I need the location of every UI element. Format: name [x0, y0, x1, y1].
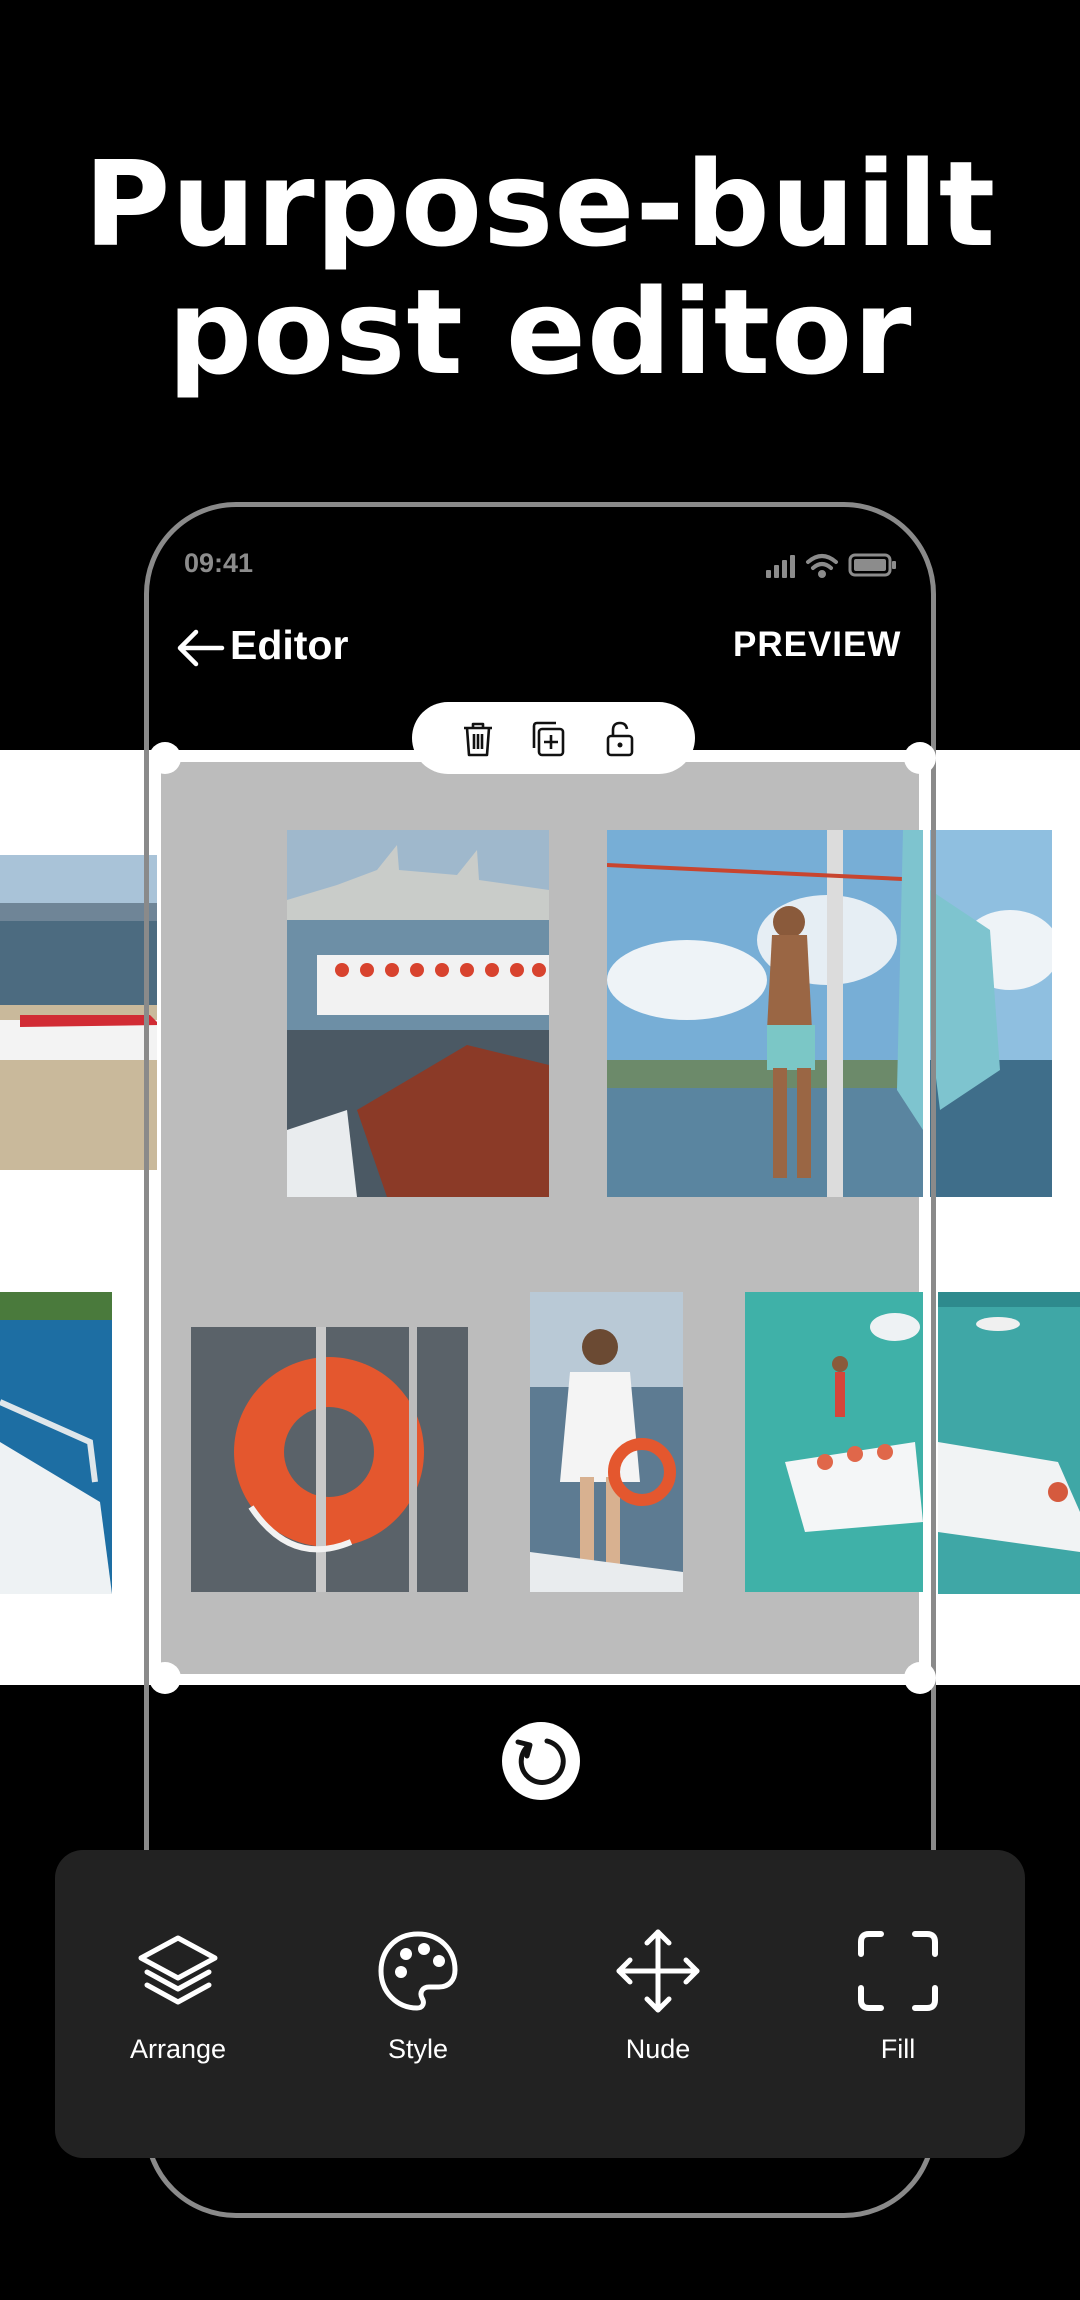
tool-arrange[interactable]: Arrange: [98, 1926, 258, 2065]
tool-fill-label: Fill: [880, 2034, 916, 2064]
photo-sailboat-flag[interactable]: [930, 830, 1052, 1197]
unlock-icon[interactable]: [602, 720, 638, 758]
photo-jetski-sea[interactable]: [938, 1292, 1080, 1594]
resize-handle-bottom-left[interactable]: [149, 1662, 181, 1694]
rotate-icon: [515, 1738, 566, 1785]
status-icons: [764, 550, 898, 580]
tools-panel: Arrange Style Nude Fill: [55, 1850, 1025, 2158]
fill-frame-icon: [858, 1931, 938, 2011]
duplicate-icon[interactable]: [530, 720, 566, 758]
photo-man-on-sailboat[interactable]: [607, 830, 923, 1197]
photo-woman-on-boat[interactable]: [530, 1292, 683, 1592]
photo-sea-yacht-left[interactable]: [0, 1292, 112, 1594]
tool-style-label: Style: [387, 2034, 449, 2064]
tool-style[interactable]: Style: [338, 1926, 498, 2065]
photo-life-ring[interactable]: [191, 1327, 468, 1592]
resize-handle-top-right[interactable]: [904, 742, 936, 774]
layers-icon: [138, 1935, 218, 2005]
status-time: 09:41: [184, 548, 254, 578]
headline-line-2: post editor: [167, 263, 913, 401]
move-icon: [616, 1929, 700, 2013]
trash-icon[interactable]: [460, 720, 496, 758]
phone-frame-right-edge: [931, 750, 936, 1685]
photo-party-boat[interactable]: [745, 1292, 923, 1592]
phone-frame-left-edge: [144, 750, 149, 1685]
tool-arrange-label: Arrange: [129, 2034, 227, 2064]
palette-icon: [378, 1931, 458, 2011]
headline-line-1: Purpose-built: [83, 135, 997, 273]
battery-icon: [848, 553, 896, 577]
signal-icon: [766, 555, 795, 578]
resize-handle-top-left[interactable]: [149, 742, 181, 774]
tool-nude-label: Nude: [625, 2034, 691, 2064]
tool-nude[interactable]: Nude: [578, 1926, 738, 2065]
page-title: Editor: [230, 622, 349, 668]
wifi-icon: [806, 554, 838, 578]
rotate-button[interactable]: [502, 1722, 580, 1800]
tool-fill[interactable]: Fill: [818, 1926, 978, 2065]
selection-toolbar: [412, 702, 695, 774]
headline: Purpose-built post editor: [0, 140, 1080, 396]
photo-port-ferry[interactable]: [287, 830, 549, 1197]
arrow-left-icon[interactable]: [174, 628, 226, 668]
preview-button[interactable]: PREVIEW: [733, 625, 901, 665]
resize-handle-bottom-right[interactable]: [904, 1662, 936, 1694]
